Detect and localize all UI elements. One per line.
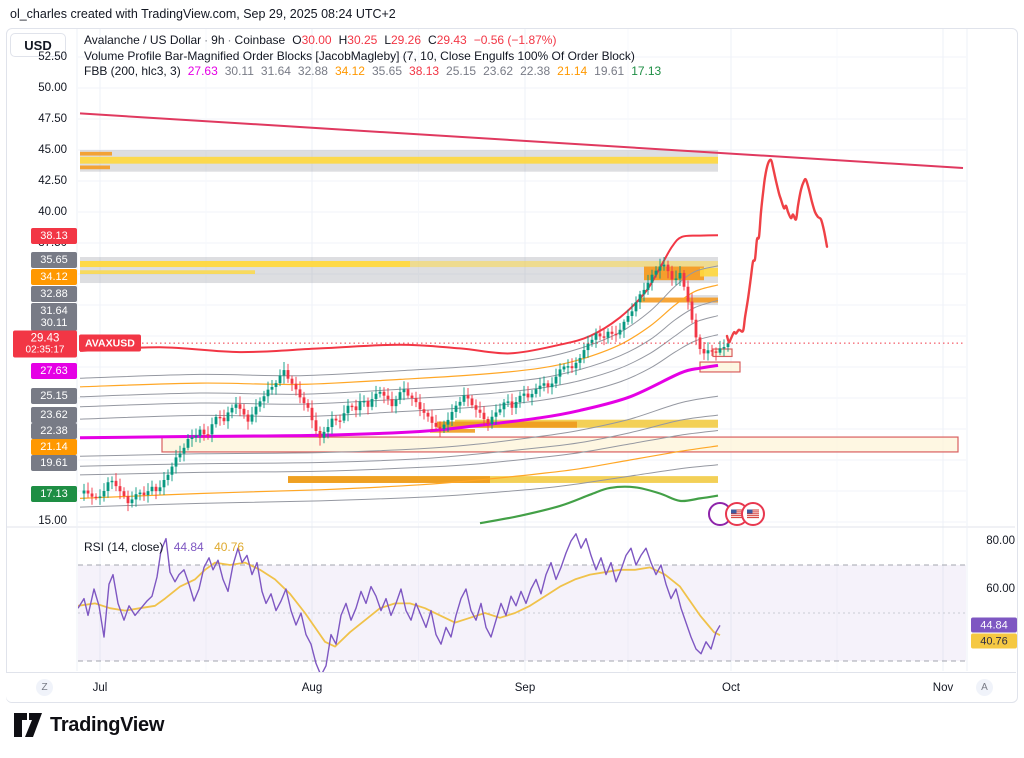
- price-axis-label: 15.00: [0, 515, 67, 527]
- bar-countdown: 02:35:17: [26, 344, 65, 356]
- symbol-interval: 9h: [211, 33, 224, 47]
- ohlc-letter: O: [292, 33, 301, 47]
- adjust-button[interactable]: A: [976, 679, 993, 696]
- legend-separator: ·: [204, 33, 208, 47]
- price-level-badge: 19.61: [31, 455, 77, 471]
- tradingview-logo[interactable]: TradingView: [13, 711, 164, 739]
- ohlc-letter: H: [339, 33, 348, 47]
- fbb-band-value: 38.13: [409, 64, 439, 78]
- legend-separator: ·: [228, 33, 232, 47]
- fbb-band-value: 25.15: [446, 64, 476, 78]
- symbol-title: Avalanche / US Dollar: [84, 33, 201, 47]
- rsi-value-badge: 40.76: [971, 634, 1017, 649]
- fbb-band-value: 30.11: [225, 64, 254, 78]
- ohlc-value: 29.43: [437, 33, 467, 47]
- ohlc-value: 30.25: [347, 33, 377, 47]
- legend-symbol-row[interactable]: Avalanche / US Dollar·9h·CoinbaseO30.00H…: [84, 33, 661, 49]
- time-axis[interactable]: Jul Aug Sep Oct Nov Z A: [6, 672, 1016, 702]
- change-value: −0.56 (−1.87%): [474, 33, 557, 47]
- fbb-band-value: 35.65: [372, 64, 402, 78]
- legend-indicator-fbb[interactable]: FBB (200, hlc3, 3) 27.63 30.11 31.64 32.88 34…: [84, 64, 661, 80]
- fbb-band-value: 27.63: [188, 64, 218, 78]
- time-axis-month-oct: Oct: [722, 682, 740, 694]
- rsi-title: RSI (14, close): [84, 540, 163, 554]
- time-axis-month-sep: Sep: [515, 682, 535, 694]
- tradingview-brand-text: TradingView: [50, 714, 164, 737]
- fbb-band-value: 17.13: [631, 64, 661, 78]
- tradingview-logo-icon: [13, 711, 43, 739]
- time-axis-month-aug: Aug: [302, 682, 322, 694]
- price-level-badge: 38.13: [31, 228, 77, 244]
- current-price-badge: 29.4302:35:17: [13, 331, 77, 358]
- symbol-price-label-badge: AVAXUSD: [79, 335, 141, 352]
- rsi-value: 44.84: [174, 540, 204, 554]
- price-level-badge: 30.11: [31, 315, 77, 331]
- price-level-badge: 21.14: [31, 439, 77, 455]
- ohlc-value: 29.26: [391, 33, 421, 47]
- fbb-band-value: 31.64: [261, 64, 291, 78]
- rsi-legend[interactable]: RSI (14, close) 44.84 40.76: [84, 540, 244, 556]
- rsi-axis-label: 60.00: [973, 583, 1015, 595]
- fbb-band-value: 23.62: [483, 64, 513, 78]
- ohlc-letter: L: [384, 33, 391, 47]
- time-axis-month-jul: Jul: [93, 682, 108, 694]
- price-axis-label: 50.00: [0, 82, 67, 94]
- price-axis-label: 40.00: [0, 206, 67, 218]
- fbb-band-value: 19.61: [594, 64, 624, 78]
- fbb-band-value: 32.88: [298, 64, 328, 78]
- rsi-axis-label: 80.00: [973, 535, 1015, 547]
- current-price: 29.43: [31, 332, 60, 344]
- price-axis-label: 42.50: [0, 175, 67, 187]
- symbol-exchange: Coinbase: [235, 33, 286, 47]
- tradingview-chart-page: ol_charles created with TradingView.com,…: [0, 0, 1024, 758]
- price-level-badge: 23.62: [31, 407, 77, 423]
- legend-indicator-volume-profile[interactable]: Volume Profile Bar-Magnified Order Block…: [84, 49, 661, 65]
- price-level-badge: 35.65: [31, 252, 77, 268]
- price-axis-label: 52.50: [0, 51, 67, 63]
- price-axis-label: 45.00: [0, 144, 67, 156]
- fbb-band-value: 21.14: [557, 64, 587, 78]
- ohlc-value: 30.00: [302, 33, 332, 47]
- fbb-band-value: 34.12: [335, 64, 365, 78]
- fbb-band-value: 22.38: [520, 64, 550, 78]
- chart-card-border: [6, 28, 1018, 703]
- price-axis-label: 47.50: [0, 113, 67, 125]
- price-level-badge: 32.88: [31, 286, 77, 302]
- price-level-badge: 25.15: [31, 388, 77, 404]
- price-level-badge: 22.38: [31, 423, 77, 439]
- fbb-title: FBB (200, hlc3, 3): [84, 64, 181, 78]
- price-level-badge: 34.12: [31, 269, 77, 285]
- timezone-button[interactable]: Z: [36, 679, 53, 696]
- chart-legend: Avalanche / US Dollar·9h·CoinbaseO30.00H…: [84, 33, 661, 80]
- rsi-value-badge: 44.84: [971, 618, 1017, 633]
- time-axis-month-nov: Nov: [933, 682, 953, 694]
- price-level-badge: 27.63: [31, 363, 77, 379]
- rsi-ma-value: 40.76: [214, 540, 244, 554]
- ohlc-letter: C: [428, 33, 437, 47]
- price-level-badge: 17.13: [31, 486, 77, 502]
